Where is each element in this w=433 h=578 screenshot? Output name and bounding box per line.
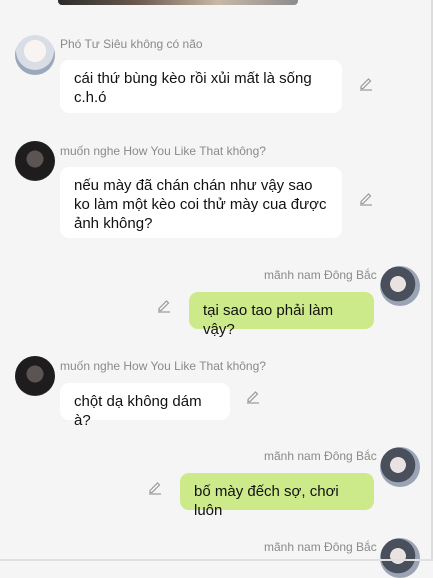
avatar[interactable] <box>380 447 420 487</box>
sender-name: mãnh nam Đông Bắc <box>264 268 377 282</box>
pencil-icon[interactable] <box>245 388 261 404</box>
message-bubble[interactable]: tại sao tao phải làm vậy? <box>189 292 374 338</box>
avatar[interactable] <box>380 266 420 306</box>
sender-name: mãnh nam Đông Bắc <box>264 540 377 554</box>
sender-name: muốn nghe How You Like That không? <box>60 359 266 373</box>
pencil-icon[interactable] <box>358 190 374 206</box>
message-bubble[interactable]: bố mày đếch sợ, chơi luôn <box>180 473 374 519</box>
message-bubble[interactable]: chột dạ không dám à? <box>60 383 230 429</box>
sender-name: Phó Tư Siêu không có não <box>60 37 203 51</box>
message-bubble[interactable]: cái thứ bùng kèo rồi xủi mất là sống c.h… <box>60 60 342 113</box>
avatar[interactable] <box>15 35 55 75</box>
pencil-icon[interactable] <box>358 75 374 91</box>
avatar[interactable] <box>15 141 55 181</box>
message-bubble[interactable]: nếu mày đã chán chán như vậy sao ko làm … <box>60 167 342 238</box>
avatar[interactable] <box>15 356 55 396</box>
sender-name: mãnh nam Đông Bắc <box>264 449 377 463</box>
pencil-icon[interactable] <box>147 479 163 495</box>
avatar[interactable] <box>380 538 420 578</box>
sender-name: muốn nghe How You Like That không? <box>60 144 266 158</box>
previous-image-edge <box>58 0 298 5</box>
pencil-icon[interactable] <box>156 297 172 313</box>
